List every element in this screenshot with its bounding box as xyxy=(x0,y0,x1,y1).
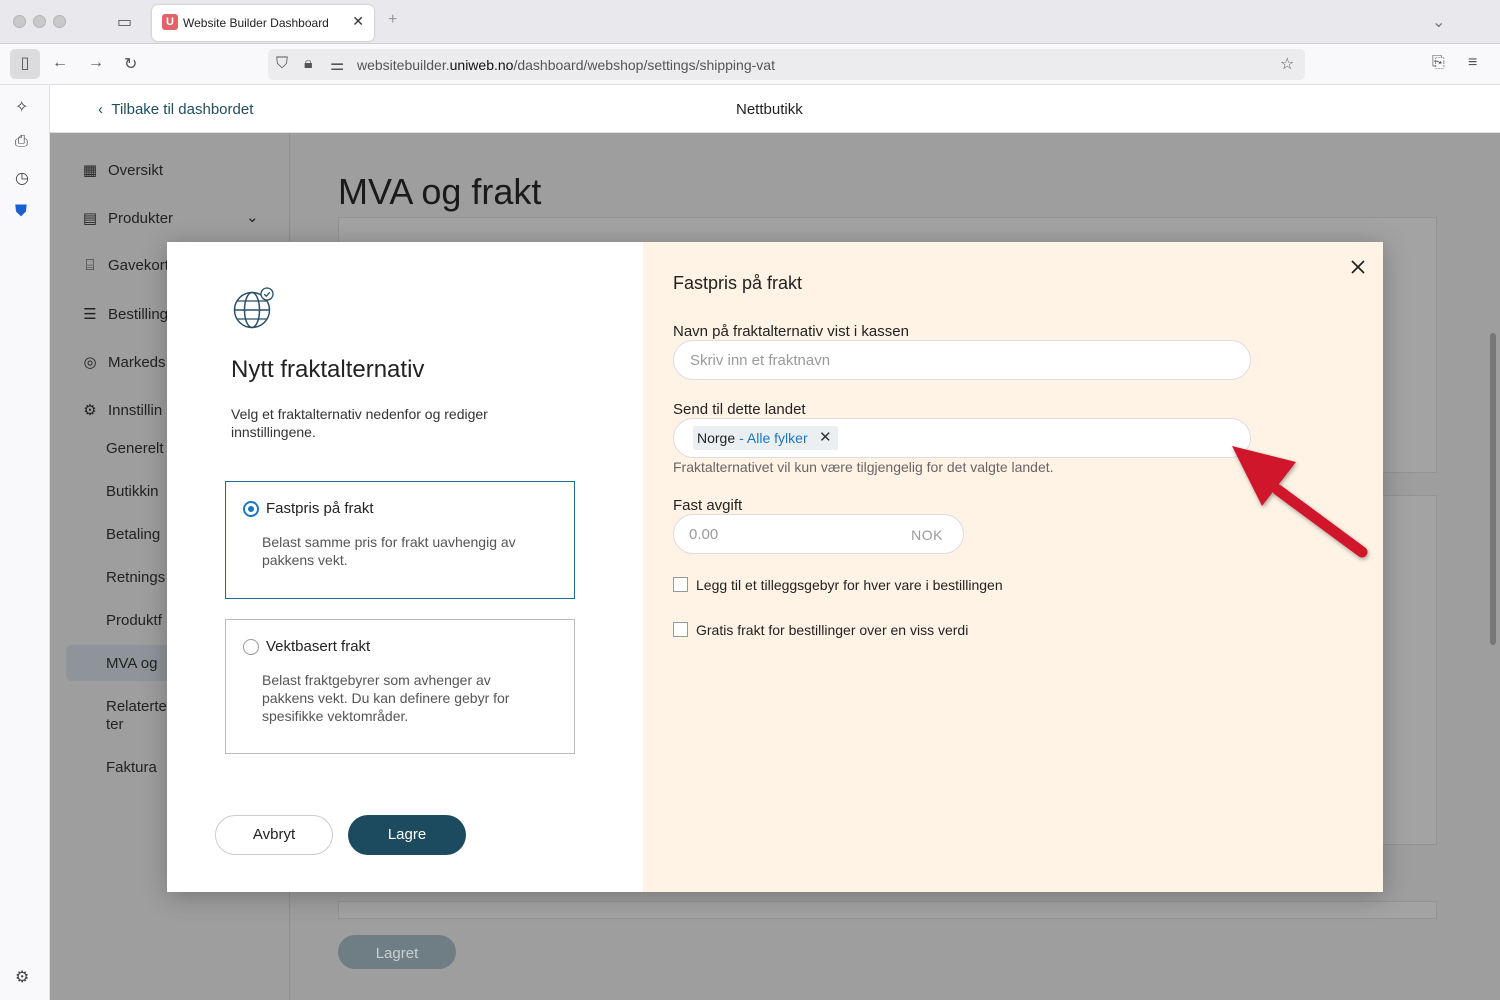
window-close-dot[interactable] xyxy=(13,15,26,28)
site-favicon-icon: U xyxy=(162,14,178,30)
bitwarden-shield-icon[interactable]: ⛊ xyxy=(15,203,27,221)
sidebar-item-markedsforing[interactable]: ◎ Markeds xyxy=(80,353,165,371)
back-to-dashboard-link[interactable]: ‹ Tilbake til dashbordet xyxy=(98,101,253,118)
list-icon: ☰ xyxy=(83,306,97,323)
annotation-arrow-icon xyxy=(1232,446,1368,558)
page-title: MVA og frakt xyxy=(338,171,542,212)
gift-icon: ⌸ xyxy=(85,257,95,274)
chevron-left-icon: ‹ xyxy=(98,101,112,118)
option-title: Fastpris på frakt xyxy=(266,500,374,517)
sidebar-subitem[interactable]: Retnings xyxy=(106,569,165,586)
sidebar-item-gavekort[interactable]: ⌸ Gavekort xyxy=(80,257,168,274)
tab-list-chevron-icon[interactable]: ⌄ xyxy=(1432,12,1445,32)
target-icon: ◎ xyxy=(83,354,97,371)
country-help-text: Fraktalternativet vil kun være tilgjenge… xyxy=(673,459,1054,475)
settings-gear-icon[interactable]: ⚙ xyxy=(15,967,29,987)
name-field-label: Navn på fraktalternativ vist i kassen xyxy=(673,323,909,340)
country-select[interactable]: Norge - Alle fylker ✕ xyxy=(673,418,1251,458)
sidebar-item-oversikt[interactable]: ▦ Oversikt xyxy=(80,161,163,179)
box-icon: ▤ xyxy=(82,210,98,227)
sidebar-subitem[interactable]: Generelt xyxy=(106,440,164,457)
lock-icon[interactable]: 🔒︎ xyxy=(304,55,313,73)
close-icon[interactable] xyxy=(1347,256,1369,278)
new-tab-icon[interactable]: + xyxy=(388,11,397,29)
radio-weight-based[interactable] xyxy=(243,639,259,655)
chip-region: - Alle fylker xyxy=(739,430,808,446)
sidebar-subitem-active[interactable]: MVA og xyxy=(106,655,157,672)
new-shipping-option-modal: Nytt fraktalternativ Velg et fraktaltern… xyxy=(167,242,1383,892)
chip-country: Norge xyxy=(697,430,736,446)
page-scrollbar[interactable] xyxy=(1490,333,1496,645)
name-placeholder: Skriv inn et fraktnavn xyxy=(690,352,831,369)
chevron-down-icon: ⌄ xyxy=(246,209,259,226)
grid-icon: ▦ xyxy=(82,162,98,179)
modal-title: Nytt fraktalternativ xyxy=(231,356,425,383)
option-weight-based[interactable]: Vektbasert frakt Belast fraktgebyrer som… xyxy=(225,619,575,754)
sidebar-subitem[interactable]: Relaterte xyxy=(106,698,167,715)
checkbox-label: Legg til et tilleggsgebyr for hver vare … xyxy=(696,577,1003,593)
sidebar-item-bestillinger[interactable]: ☰ Bestilling xyxy=(80,305,168,323)
sidebar-item-produkter[interactable]: ▤ Produkter ⌄ xyxy=(80,209,259,227)
form-heading: Fastpris på frakt xyxy=(673,273,803,293)
gear-icon: ⚙ xyxy=(83,402,97,419)
radio-flat-rate[interactable] xyxy=(243,501,259,517)
back-label: Tilbake til dashbordet xyxy=(111,101,254,118)
extensions-icon[interactable]: ⎘ xyxy=(1432,54,1445,72)
sidebar-item-innstillinger[interactable]: ⚙ Innstillin xyxy=(80,401,162,419)
browser-tab[interactable]: U Website Builder Dashboard ✕ xyxy=(152,5,374,41)
history-clock-icon[interactable]: ◷ xyxy=(15,168,29,188)
header-title: Nettbutikk xyxy=(736,101,803,118)
window-zoom-dot[interactable] xyxy=(53,15,66,28)
option-description: Belast samme pris for frakt uavhengig av… xyxy=(262,534,516,568)
per-item-fee-row[interactable]: Legg til et tilleggsgebyr for hver vare … xyxy=(673,577,1003,593)
tab-overview-icon[interactable]: ▭ xyxy=(117,12,132,32)
globe-check-icon xyxy=(233,287,274,329)
window-minimize-dot[interactable] xyxy=(33,15,46,28)
sidebar-subitem[interactable]: Produktf xyxy=(106,612,162,629)
browser-titlebar: ▭ U Website Builder Dashboard ✕ + ⌄ xyxy=(0,0,1500,44)
sidebar-subitem[interactable]: Butikkin xyxy=(106,483,159,500)
sidebar-toggle-icon[interactable]: ▯ xyxy=(10,49,40,79)
reload-icon[interactable]: ↻ xyxy=(124,54,137,74)
option-description: Belast fraktgebyrer som avhenger av pakk… xyxy=(262,672,510,724)
address-bar[interactable]: ⛉ 🔒︎ ⚌ websitebuilder.uniweb.no/dashboar… xyxy=(268,49,1305,80)
permissions-icon[interactable]: ⚌ xyxy=(330,55,344,75)
app-header: ‹ Tilbake til dashbordet Nettbutikk xyxy=(50,85,1500,133)
country-chip: Norge - Alle fylker ✕ xyxy=(693,426,838,450)
chip-remove-icon[interactable]: ✕ xyxy=(819,426,832,450)
save-button[interactable]: Lagre xyxy=(348,815,466,855)
country-field-label: Send til dette landet xyxy=(673,401,806,418)
sidebar-subitem-wrap: ter xyxy=(106,716,124,733)
tab-title: Website Builder Dashboard xyxy=(183,16,329,30)
saved-button[interactable]: Lagret xyxy=(338,935,456,969)
shipping-name-input[interactable]: Skriv inn et fraktnavn xyxy=(673,340,1251,380)
checkbox-label: Gratis frakt for bestillinger over en vi… xyxy=(696,622,969,638)
ai-sparkle-icon[interactable]: ✧ xyxy=(15,97,28,117)
back-arrow-icon[interactable]: ← xyxy=(52,54,68,72)
option-title: Vektbasert frakt xyxy=(266,638,371,655)
cancel-button[interactable]: Avbryt xyxy=(215,815,333,855)
fee-currency: NOK xyxy=(911,527,943,543)
modal-description: Velg et fraktalternativ nedenfor og redi… xyxy=(231,406,488,440)
browser-toolbar: ▯ ← → ↻ ⛉ 🔒︎ ⚌ websitebuilder.uniweb.no/… xyxy=(0,44,1500,85)
modal-left-panel: Nytt fraktalternativ Velg et fraktaltern… xyxy=(167,242,643,892)
sidebar-subitem[interactable]: Betaling xyxy=(106,526,160,543)
shield-icon[interactable]: ⛉ xyxy=(276,55,288,73)
flat-fee-input[interactable]: 0.00 NOK xyxy=(673,514,964,554)
fee-value: 0.00 xyxy=(689,526,719,543)
browser-side-strip: ✧ ⎙ ◷ ⛊ ⚙ xyxy=(0,85,50,1000)
free-shipping-checkbox[interactable] xyxy=(673,622,688,638)
synced-tabs-icon[interactable]: ⎙ xyxy=(15,133,28,151)
background-card xyxy=(338,901,1437,919)
fee-field-label: Fast avgift xyxy=(673,497,743,514)
option-flat-rate[interactable]: Fastpris på frakt Belast samme pris for … xyxy=(225,481,575,599)
forward-arrow-icon[interactable]: → xyxy=(88,54,104,72)
sidebar-subitem[interactable]: Faktura xyxy=(106,759,157,776)
menu-icon[interactable]: ≡ xyxy=(1468,54,1477,72)
url-text: websitebuilder.uniweb.no/dashboard/websh… xyxy=(357,57,775,73)
bookmark-star-icon[interactable]: ☆ xyxy=(1280,54,1294,74)
tab-close-icon[interactable]: ✕ xyxy=(352,13,364,30)
free-shipping-row[interactable]: Gratis frakt for bestillinger over en vi… xyxy=(673,622,968,638)
per-item-fee-checkbox[interactable] xyxy=(673,577,688,593)
